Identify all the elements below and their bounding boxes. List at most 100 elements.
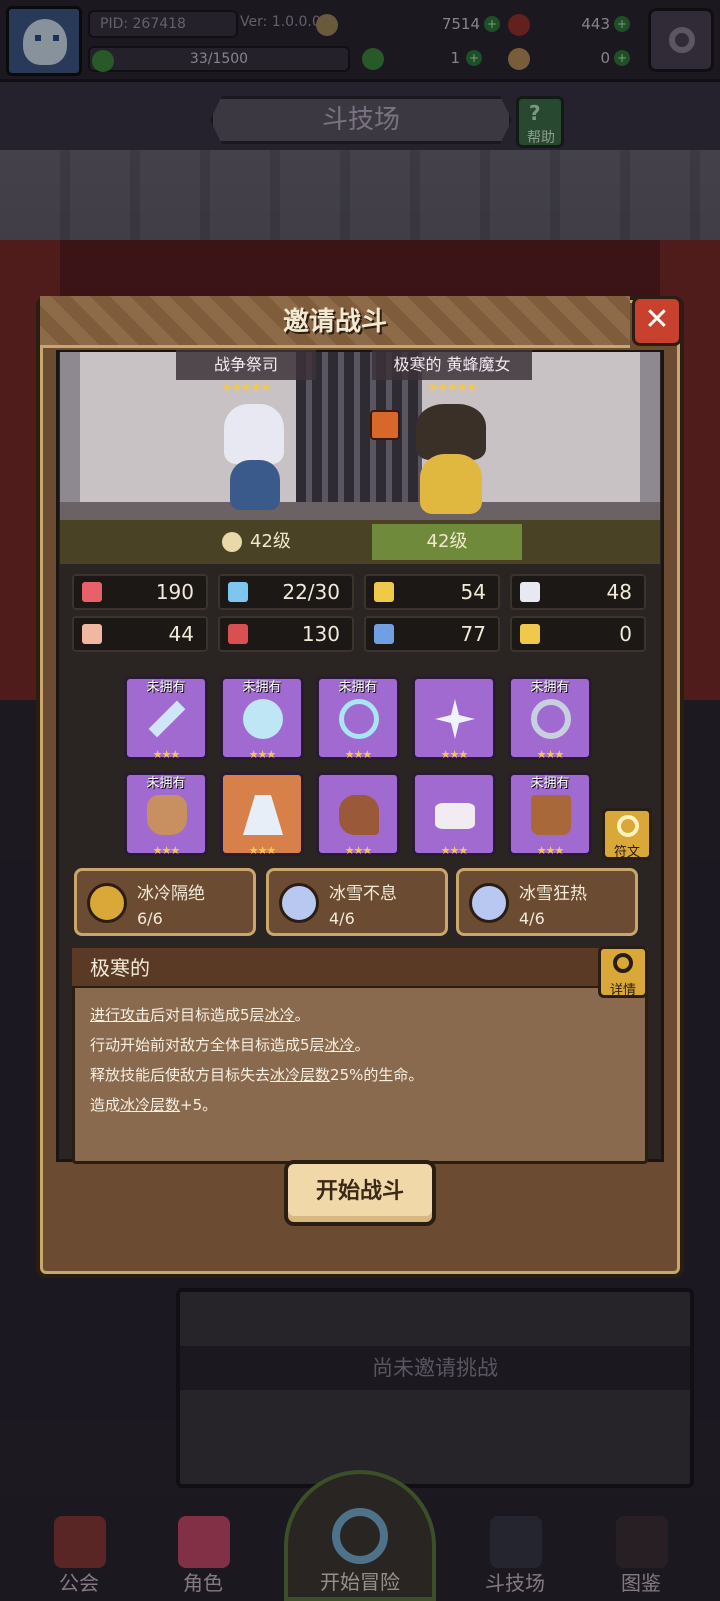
start-battle-button[interactable]: 开始战斗	[284, 1160, 436, 1226]
trait-line-2: 行动开始前对敌方全体目标造成5层冰冷。	[90, 1034, 370, 1055]
opponent-hero-stars: ★★★★★	[427, 380, 478, 394]
set-bonus-count: 4/6	[329, 909, 355, 928]
trait-text: 后对目标造成5层	[150, 1006, 265, 1024]
stat-mana-value: 22/30	[282, 580, 340, 604]
equip-slot-belt[interactable]: ★★★	[412, 772, 496, 857]
equip-slot-boots[interactable]: 未拥有 ★★★	[508, 772, 592, 857]
stat-speed-value: 48	[606, 580, 632, 604]
detail-label: 详情	[609, 983, 636, 998]
player-hero-name: 战争祭司	[176, 350, 316, 380]
fist-icon	[82, 624, 102, 644]
scene-floor	[60, 502, 660, 520]
trait-text: +5。	[180, 1096, 218, 1114]
stat-luck: 0	[510, 616, 646, 652]
set-bonus-icon	[87, 883, 127, 923]
set-bonus-3[interactable]: 冰雪狂热 4/6	[456, 868, 638, 936]
set-bonus-2[interactable]: 冰雪不息 4/6	[266, 868, 448, 936]
stat-magic: 130	[218, 616, 354, 652]
player-hero-sprite	[210, 400, 300, 516]
rune-button[interactable]: 符文	[602, 808, 652, 860]
equip-slot-staff[interactable]: 未拥有 ★★★	[124, 676, 208, 761]
stat-mana: 22/30	[218, 574, 354, 610]
trait-keyword[interactable]: 冰冷层数	[270, 1066, 330, 1084]
equip-owned-label: 未拥有	[146, 680, 186, 695]
necklace-icon	[339, 699, 379, 739]
book-icon	[228, 624, 248, 644]
trait-keyword[interactable]: 冰冷	[265, 1006, 295, 1024]
glove-icon	[339, 795, 379, 835]
player-hero-stars: ★★★★★	[221, 380, 272, 394]
equip-slot-glove[interactable]: ★★★	[316, 772, 400, 857]
set-bonus-icon	[469, 883, 509, 923]
cape-icon	[243, 795, 283, 835]
crystal-ball-icon	[243, 699, 283, 739]
scene-column-left	[60, 352, 80, 520]
player-level: 42级	[222, 524, 322, 560]
player-hero-robe	[230, 460, 280, 510]
equip-stars: ★★★	[344, 844, 373, 857]
scroll-icon	[374, 624, 394, 644]
trait-line-4: 造成冰冷层数+5。	[90, 1094, 217, 1115]
equip-slot-cape[interactable]: ★★★	[220, 772, 304, 857]
equip-stars: ★★★	[152, 748, 181, 761]
rune-swap-icon	[617, 815, 639, 837]
equip-stars: ★★★	[344, 748, 373, 761]
trait-text: 。	[294, 1006, 310, 1024]
shield-icon	[374, 582, 394, 602]
heart-icon	[82, 582, 102, 602]
trait-text: 造成	[90, 1096, 121, 1114]
opponent-level-text: 42级	[426, 531, 468, 552]
mana-drop-icon	[228, 582, 248, 602]
trait-keyword[interactable]: 冰冷	[325, 1036, 355, 1054]
opponent-hero-robe	[420, 454, 482, 514]
player-level-text: 42级	[250, 531, 291, 552]
stat-resist-value: 77	[460, 622, 486, 646]
equip-owned-label: 未拥有	[530, 680, 570, 695]
set-bonus-name: 冰雪狂热	[519, 884, 587, 904]
set-bonus-name: 冰雪不息	[329, 884, 397, 904]
detail-button[interactable]: 详情	[598, 946, 648, 998]
opponent-level: 42级	[372, 524, 522, 560]
opponent-hero-sprite	[402, 404, 502, 516]
boots-icon	[531, 795, 571, 835]
set-bonus-count: 4/6	[519, 909, 545, 928]
trait-text: 。	[354, 1036, 370, 1054]
ring-icon	[531, 699, 571, 739]
horseshoe-icon	[520, 624, 540, 644]
trait-text: 释放技能后使敌方目标失去	[90, 1066, 271, 1084]
rune-label: 符文	[613, 845, 640, 860]
belt-icon	[435, 803, 475, 829]
equip-slot-helmet[interactable]: 未拥有 ★★★	[124, 772, 208, 857]
stat-attack-value: 44	[168, 622, 194, 646]
equip-slot-snowflake[interactable]: ★★★	[412, 676, 496, 761]
opponent-hero-name: 极寒的 黄蜂魔女	[372, 350, 532, 380]
equip-owned-label: 未拥有	[242, 680, 282, 695]
scene-column-right	[640, 352, 660, 520]
equip-slot-ring[interactable]: 未拥有 ★★★	[508, 676, 592, 761]
trait-title: 极寒的	[90, 956, 150, 980]
close-button[interactable]: ✕	[632, 296, 682, 346]
stat-resist: 77	[364, 616, 500, 652]
trait-keyword[interactable]: 冰冷层数	[120, 1096, 180, 1114]
trait-line-1: 进行攻击后对目标造成5层冰冷。	[90, 1004, 310, 1025]
equip-owned-label: 未拥有	[146, 776, 186, 791]
stat-hp: 190	[72, 574, 208, 610]
equip-slot-necklace[interactable]: 未拥有 ★★★	[316, 676, 400, 761]
equip-stars: ★★★	[536, 844, 565, 857]
set-bonus-count: 6/6	[137, 909, 163, 928]
equip-slot-crystal-ball[interactable]: 未拥有 ★★★	[220, 676, 304, 761]
stat-attack: 44	[72, 616, 208, 652]
staff-icon	[148, 700, 186, 738]
bull-helmet-icon	[147, 795, 187, 835]
equip-stars: ★★★	[536, 748, 565, 761]
stat-defense-value: 54	[460, 580, 486, 604]
trait-description-header	[72, 948, 648, 988]
equip-owned-label: 未拥有	[530, 776, 570, 791]
set-bonus-name: 冰冷隔绝	[137, 884, 205, 904]
trait-keyword[interactable]: 进行攻击	[90, 1006, 150, 1024]
equip-stars: ★★★	[152, 844, 181, 857]
equip-stars: ★★★	[440, 844, 469, 857]
equip-stars: ★★★	[248, 844, 277, 857]
set-bonus-1[interactable]: 冰冷隔绝 6/6	[74, 868, 256, 936]
equip-owned-label: 未拥有	[338, 680, 378, 695]
